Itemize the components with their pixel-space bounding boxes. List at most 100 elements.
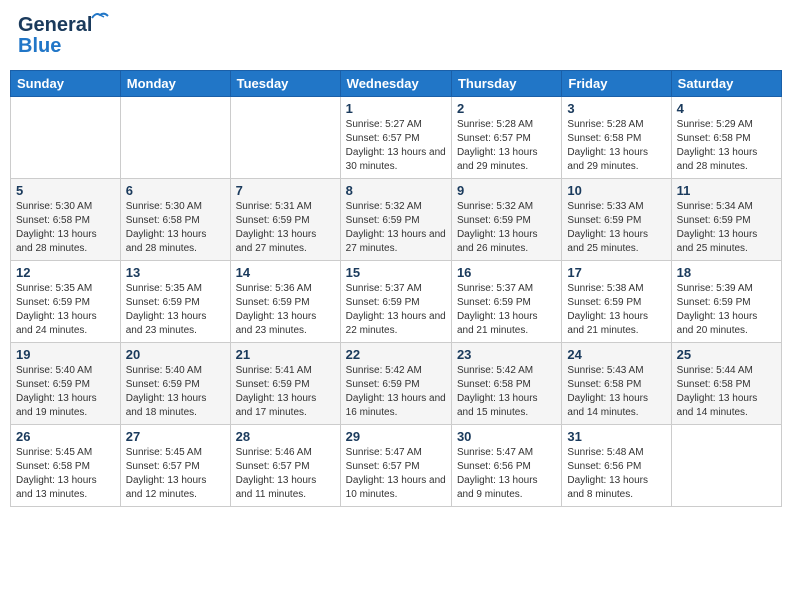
day-info: Sunrise: 5:31 AM Sunset: 6:59 PM Dayligh… bbox=[236, 200, 335, 256]
day-info: Sunrise: 5:41 AM Sunset: 6:59 PM Dayligh… bbox=[236, 364, 335, 420]
day-number: 17 bbox=[567, 265, 665, 280]
calendar-cell: 12 Sunrise: 5:35 AM Sunset: 6:59 PM Dayli… bbox=[11, 261, 121, 343]
day-number: 30 bbox=[457, 429, 556, 444]
day-number: 22 bbox=[346, 347, 446, 362]
weekday-header-monday: Monday bbox=[120, 71, 230, 97]
page-header: General Blue bbox=[10, 10, 782, 62]
day-info: Sunrise: 5:32 AM Sunset: 6:59 PM Dayligh… bbox=[457, 200, 556, 256]
day-number: 25 bbox=[677, 347, 776, 362]
calendar-cell: 19Sunrise: 5:40 AM Sunset: 6:59 PM Dayli… bbox=[11, 343, 121, 425]
weekday-header-sunday: Sunday bbox=[11, 71, 121, 97]
logo-bird-icon bbox=[90, 10, 110, 24]
day-info: Sunrise: 5:44 AM Sunset: 6:58 PM Dayligh… bbox=[677, 364, 776, 420]
calendar-cell: 25 Sunrise: 5:44 AM Sunset: 6:58 PM Dayli… bbox=[671, 343, 781, 425]
day-info: Sunrise: 5:30 AM Sunset: 6:58 PM Dayligh… bbox=[126, 200, 225, 256]
calendar-cell: 10 Sunrise: 5:33 AM Sunset: 6:59 PM Dayli… bbox=[562, 179, 671, 261]
weekday-header-saturday: Saturday bbox=[671, 71, 781, 97]
calendar-cell: 21 Sunrise: 5:41 AM Sunset: 6:59 PM Dayli… bbox=[230, 343, 340, 425]
day-info: Sunrise: 5:45 AM Sunset: 6:57 PM Dayligh… bbox=[126, 446, 225, 502]
logo-blue: Blue bbox=[18, 35, 61, 58]
day-number: 23 bbox=[457, 347, 556, 362]
calendar-cell: 4 Sunrise: 5:29 AM Sunset: 6:58 PM Daylig… bbox=[671, 97, 781, 179]
calendar-week-row: 12 Sunrise: 5:35 AM Sunset: 6:59 PM Dayli… bbox=[11, 261, 782, 343]
calendar-cell bbox=[120, 97, 230, 179]
calendar-cell: 18 Sunrise: 5:39 AM Sunset: 6:59 PM Dayli… bbox=[671, 261, 781, 343]
day-info: Sunrise: 5:32 AM Sunset: 6:59 PM Dayligh… bbox=[346, 200, 446, 256]
calendar-cell bbox=[671, 425, 781, 507]
day-info: Sunrise: 5:47 AM Sunset: 6:57 PM Dayligh… bbox=[346, 446, 446, 502]
calendar-cell: 16 Sunrise: 5:37 AM Sunset: 6:59 PM Dayli… bbox=[451, 261, 561, 343]
calendar-cell: 17 Sunrise: 5:38 AM Sunset: 6:59 PM Dayli… bbox=[562, 261, 671, 343]
day-info: Sunrise: 5:35 AM Sunset: 6:59 PM Dayligh… bbox=[126, 282, 225, 338]
day-number: 10 bbox=[567, 183, 665, 198]
day-number: 1 bbox=[346, 101, 446, 116]
day-info: Sunrise: 5:29 AM Sunset: 6:58 PM Dayligh… bbox=[677, 118, 776, 174]
calendar-week-row: 19 Sunrise: 5:40 AM Sunset: 6:59 PM Dayli… bbox=[11, 343, 782, 425]
calendar-cell: 20Sunrise: 5:40 AM Sunset: 6:59 PM Dayli… bbox=[120, 343, 230, 425]
day-info: Sunrise: 5:28 AM Sunset: 6:58 PM Dayligh… bbox=[567, 118, 665, 174]
day-number: 13 bbox=[126, 265, 225, 280]
calendar-cell: 30 Sunrise: 5:47 AM Sunset: 6:56 PM Dayli… bbox=[451, 425, 561, 507]
calendar-cell: 22Sunrise: 5:42 AM Sunset: 6:59 PM Dayli… bbox=[340, 343, 451, 425]
day-info: Sunrise: 5:42 AM Sunset: 6:58 PM Dayligh… bbox=[457, 364, 556, 420]
day-number: 21 bbox=[236, 347, 335, 362]
calendar-cell: 7 Sunrise: 5:31 AM Sunset: 6:59 PM Daylig… bbox=[230, 179, 340, 261]
calendar-cell: 1Sunrise: 5:27 AM Sunset: 6:57 PM Daylig… bbox=[340, 97, 451, 179]
day-info: Sunrise: 5:43 AM Sunset: 6:58 PM Dayligh… bbox=[567, 364, 665, 420]
calendar-week-row: 26 Sunrise: 5:45 AM Sunset: 6:58 PM Dayli… bbox=[11, 425, 782, 507]
calendar-week-row: 1Sunrise: 5:27 AM Sunset: 6:57 PM Daylig… bbox=[11, 97, 782, 179]
weekday-header-thursday: Thursday bbox=[451, 71, 561, 97]
day-number: 12 bbox=[16, 265, 115, 280]
calendar-table: SundayMondayTuesdayWednesdayThursdayFrid… bbox=[10, 70, 782, 507]
day-info: Sunrise: 5:47 AM Sunset: 6:56 PM Dayligh… bbox=[457, 446, 556, 502]
day-number: 31 bbox=[567, 429, 665, 444]
calendar-cell: 31 Sunrise: 5:48 AM Sunset: 6:56 PM Dayli… bbox=[562, 425, 671, 507]
day-info: Sunrise: 5:46 AM Sunset: 6:57 PM Dayligh… bbox=[236, 446, 335, 502]
day-number: 26 bbox=[16, 429, 115, 444]
calendar-cell: 6Sunrise: 5:30 AM Sunset: 6:58 PM Daylig… bbox=[120, 179, 230, 261]
day-info: Sunrise: 5:38 AM Sunset: 6:59 PM Dayligh… bbox=[567, 282, 665, 338]
weekday-header-tuesday: Tuesday bbox=[230, 71, 340, 97]
day-info: Sunrise: 5:36 AM Sunset: 6:59 PM Dayligh… bbox=[236, 282, 335, 338]
day-number: 27 bbox=[126, 429, 225, 444]
calendar-week-row: 5 Sunrise: 5:30 AM Sunset: 6:58 PM Daylig… bbox=[11, 179, 782, 261]
calendar-cell: 5 Sunrise: 5:30 AM Sunset: 6:58 PM Daylig… bbox=[11, 179, 121, 261]
day-number: 8 bbox=[346, 183, 446, 198]
day-info: Sunrise: 5:35 AM Sunset: 6:59 PM Dayligh… bbox=[16, 282, 115, 338]
day-number: 3 bbox=[567, 101, 665, 116]
day-number: 29 bbox=[346, 429, 446, 444]
day-info: Sunrise: 5:37 AM Sunset: 6:59 PM Dayligh… bbox=[346, 282, 446, 338]
day-number: 16 bbox=[457, 265, 556, 280]
calendar-cell: 2Sunrise: 5:28 AM Sunset: 6:57 PM Daylig… bbox=[451, 97, 561, 179]
calendar-cell: 28 Sunrise: 5:46 AM Sunset: 6:57 PM Dayli… bbox=[230, 425, 340, 507]
calendar-cell: 8 Sunrise: 5:32 AM Sunset: 6:59 PM Daylig… bbox=[340, 179, 451, 261]
calendar-cell: 11 Sunrise: 5:34 AM Sunset: 6:59 PM Dayli… bbox=[671, 179, 781, 261]
day-number: 19 bbox=[16, 347, 115, 362]
day-info: Sunrise: 5:40 AM Sunset: 6:59 PM Dayligh… bbox=[126, 364, 225, 420]
day-info: Sunrise: 5:37 AM Sunset: 6:59 PM Dayligh… bbox=[457, 282, 556, 338]
day-info: Sunrise: 5:28 AM Sunset: 6:57 PM Dayligh… bbox=[457, 118, 556, 174]
day-number: 4 bbox=[677, 101, 776, 116]
day-info: Sunrise: 5:45 AM Sunset: 6:58 PM Dayligh… bbox=[16, 446, 115, 502]
calendar-cell: 9 Sunrise: 5:32 AM Sunset: 6:59 PM Daylig… bbox=[451, 179, 561, 261]
weekday-header-row: SundayMondayTuesdayWednesdayThursdayFrid… bbox=[11, 71, 782, 97]
calendar-cell: 26 Sunrise: 5:45 AM Sunset: 6:58 PM Dayli… bbox=[11, 425, 121, 507]
day-info: Sunrise: 5:48 AM Sunset: 6:56 PM Dayligh… bbox=[567, 446, 665, 502]
calendar-cell: 14 Sunrise: 5:36 AM Sunset: 6:59 PM Dayli… bbox=[230, 261, 340, 343]
day-info: Sunrise: 5:39 AM Sunset: 6:59 PM Dayligh… bbox=[677, 282, 776, 338]
day-info: Sunrise: 5:34 AM Sunset: 6:59 PM Dayligh… bbox=[677, 200, 776, 256]
day-number: 18 bbox=[677, 265, 776, 280]
day-number: 5 bbox=[16, 183, 115, 198]
calendar-cell: 27 Sunrise: 5:45 AM Sunset: 6:57 PM Dayli… bbox=[120, 425, 230, 507]
day-info: Sunrise: 5:30 AM Sunset: 6:58 PM Dayligh… bbox=[16, 200, 115, 256]
day-number: 9 bbox=[457, 183, 556, 198]
calendar-cell: 24 Sunrise: 5:43 AM Sunset: 6:58 PM Dayli… bbox=[562, 343, 671, 425]
calendar-cell: 29 Sunrise: 5:47 AM Sunset: 6:57 PM Dayli… bbox=[340, 425, 451, 507]
day-number: 14 bbox=[236, 265, 335, 280]
day-number: 28 bbox=[236, 429, 335, 444]
day-number: 11 bbox=[677, 183, 776, 198]
day-info: Sunrise: 5:33 AM Sunset: 6:59 PM Dayligh… bbox=[567, 200, 665, 256]
day-number: 7 bbox=[236, 183, 335, 198]
calendar-cell: 3 Sunrise: 5:28 AM Sunset: 6:58 PM Daylig… bbox=[562, 97, 671, 179]
day-number: 24 bbox=[567, 347, 665, 362]
